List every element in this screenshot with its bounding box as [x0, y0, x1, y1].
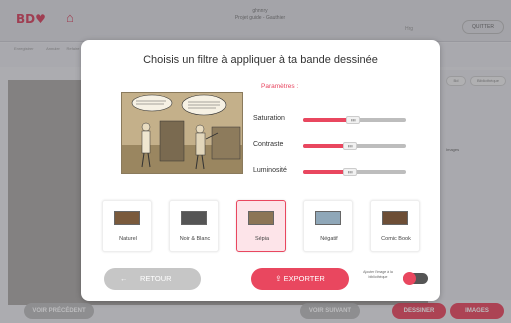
filter-negatif[interactable]: Négatif — [303, 200, 353, 252]
filter-thumbnail — [248, 211, 274, 225]
slider-fill — [303, 144, 347, 148]
comic-preview-image — [121, 92, 243, 174]
arrow-left-icon: ← — [120, 274, 128, 283]
filter-thumbnail — [382, 211, 408, 225]
filter-noir-blanc[interactable]: Noir & Blanc — [169, 200, 219, 252]
filter-label: Naturel — [119, 236, 137, 242]
upload-icon: ⇪ — [275, 274, 282, 283]
back-button[interactable]: ← RETOUR — [104, 268, 201, 290]
saturation-label: Saturation — [253, 115, 285, 122]
contrast-slider[interactable]: ▮▮▮ — [303, 142, 406, 150]
filter-options: Naturel Noir & Blanc Sépia Négatif Comic… — [102, 200, 420, 255]
export-label: EXPORTER — [283, 274, 325, 283]
export-button[interactable]: ⇪ EXPORTER — [251, 268, 349, 290]
slider-fill — [303, 118, 350, 122]
filter-comic-book[interactable]: Comic Book — [370, 200, 420, 252]
back-label: RETOUR — [140, 274, 172, 283]
slider-handle[interactable]: ▮▮▮ — [346, 116, 361, 124]
filter-thumbnail — [114, 211, 140, 225]
slider-handle[interactable]: ▮▮▮ — [343, 142, 358, 150]
filter-thumbnail — [181, 211, 207, 225]
filter-label: Sépia — [254, 236, 270, 242]
add-to-library-toggle[interactable] — [403, 272, 428, 285]
slider-handle[interactable]: ▮▮▮ — [343, 168, 358, 176]
luminosity-label: Luminosité — [253, 167, 287, 174]
filter-modal: Choisis un filtre à appliquer à ta bande… — [81, 40, 440, 301]
filter-label: Négatif — [320, 236, 338, 242]
slider-fill — [303, 170, 347, 174]
filter-sepia[interactable]: Sépia — [236, 200, 286, 252]
comic-illustration — [122, 93, 242, 173]
luminosity-slider[interactable]: ▮▮▮ — [303, 168, 406, 176]
filter-thumbnail — [315, 211, 341, 225]
filter-label: Noir & Blanc — [179, 236, 211, 242]
saturation-slider[interactable]: ▮▮▮ — [303, 116, 406, 124]
parameters-title: Paramètres : — [261, 83, 299, 90]
modal-title: Choisis un filtre à appliquer à ta bande… — [143, 54, 378, 66]
filter-label: Comic Book — [381, 236, 411, 242]
filter-naturel[interactable]: Naturel — [102, 200, 152, 252]
toggle-knob — [403, 272, 416, 285]
add-to-library-label: Ajouter l'image à la bibliothèque — [363, 270, 393, 279]
contrast-label: Contraste — [253, 141, 284, 148]
